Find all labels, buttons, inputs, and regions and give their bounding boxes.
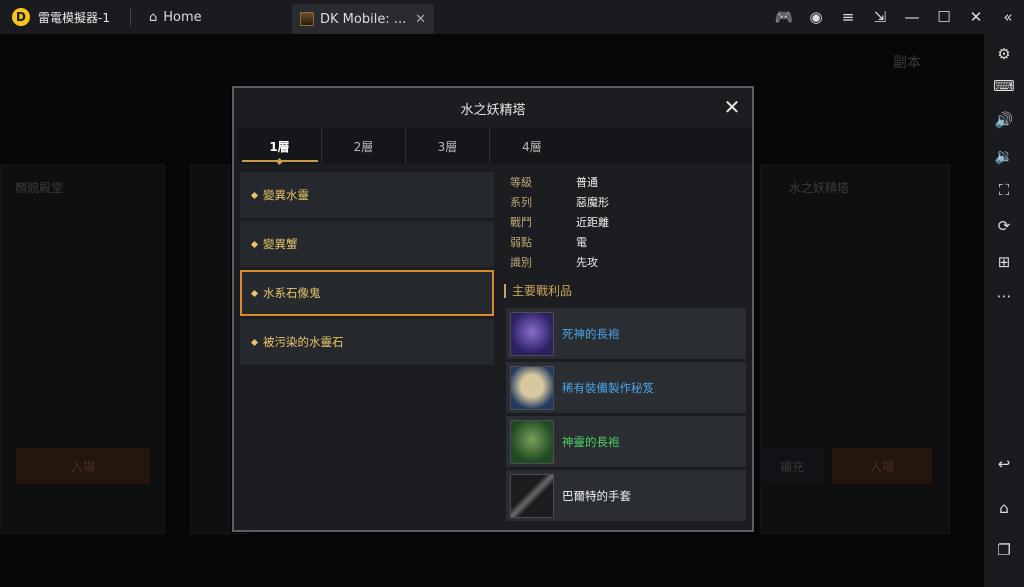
tab-game[interactable]: DK Mobile: ... ✕ [292,4,434,34]
account-icon[interactable]: ◉ [800,0,832,34]
info-value: 電 [576,236,587,249]
loot-section-title: 主要戰利品 [504,284,572,298]
tab-home[interactable]: ⌂ Home [139,0,212,34]
tab-game-label: DK Mobile: ... [320,11,407,27]
title-bar: D 雷電模擬器-1 ⌂ Home DK Mobile: ... ✕ 🎮 ◉ ≡ … [0,0,1024,34]
info-value: 惡魔形 [576,196,609,209]
info-label: 等級 [510,176,532,189]
gamepad-icon[interactable]: 🎮 [768,0,800,34]
list-item[interactable]: 被污染的水靈石 [240,319,494,365]
robe-icon [510,311,554,356]
info-value: 普通 [576,176,598,189]
loot-item[interactable]: 巴爾特的手套 [506,470,746,521]
list-item[interactable]: 變異水靈 [240,172,494,218]
menu-icon[interactable]: ≡ [832,0,864,34]
monster-info: 等級 普通 系列 惡魔形 戰鬥 近距離 弱點 電 識別 先攻 [510,172,750,272]
loot-name: 死神的長袍 [562,326,620,341]
glove-icon [510,473,554,518]
volume-down-icon[interactable]: 🔉 [984,142,1024,170]
emulator-sidebar: ⚙ ⌨ 🔊 🔉 ⛶ ⟳ ⊞ ⋯ ↩ ⌂ ❐ [984,34,1024,587]
back-icon[interactable]: ↩ [984,450,1024,478]
home-icon: ⌂ [148,9,158,25]
list-item-selected[interactable]: 水系石像鬼 [240,270,494,316]
loot-name: 巴爾特的手套 [562,488,631,503]
loot-list: 死神的長袍 稀有裝備製作秘笈 神靈的長袍 巴爾特的手套 [506,308,746,524]
settings-icon[interactable]: ⚙ [984,40,1024,68]
monster-name: 水系石像鬼 [263,286,321,300]
close-icon[interactable]: ✕ [960,0,992,34]
dialog-title: 水之妖精塔 [460,102,526,118]
tab-floor-1[interactable]: 1層 [238,128,322,164]
monster-name: 變異水靈 [263,188,309,202]
loot-item[interactable]: 死神的長袍 [506,308,746,359]
diamond-icon [250,289,259,297]
more-icon[interactable]: ⋯ [984,282,1024,310]
minimize-icon[interactable]: — [896,0,928,34]
list-item[interactable]: 變異蟹 [240,221,494,267]
scroll-icon [510,365,554,410]
loot-name: 稀有裝備製作秘笈 [562,380,654,395]
info-label: 識別 [510,256,532,269]
info-label: 弱點 [510,236,532,249]
info-value: 近距離 [576,216,609,229]
close-tab-icon[interactable]: ✕ [415,12,426,27]
monster-list: 變異水靈 變異蟹 水系石像鬼 被污染的水靈石 [240,172,494,368]
app-logo: D [12,8,30,26]
restore-icon[interactable]: ⇲ [864,0,896,34]
info-value: 先攻 [576,256,598,269]
game-icon [300,12,314,26]
info-label: 戰鬥 [510,216,532,229]
add-window-icon[interactable]: ⊞ [984,248,1024,276]
android-home-icon[interactable]: ⌂ [984,494,1024,522]
monster-name: 被污染的水靈石 [263,335,344,349]
keyboard-icon[interactable]: ⌨ [984,72,1024,100]
divider [129,8,131,26]
tab-floor-4[interactable]: 4層 [490,128,574,164]
maximize-icon[interactable]: ☐ [928,0,960,34]
robe-icon [510,419,554,464]
diamond-icon [250,338,259,346]
tab-floor-3[interactable]: 3層 [406,128,490,164]
info-label: 系列 [510,196,532,209]
sync-icon[interactable]: ⟳ [984,212,1024,240]
close-icon[interactable]: ✕ [720,95,744,119]
diamond-icon [250,191,259,199]
loot-name: 神靈的長袍 [562,434,620,449]
app-title: 雷電模擬器-1 [38,10,110,25]
dungeon-dialog: 水之妖精塔 ✕ 1層 2層 3層 4層 變異水靈 變異蟹 水系石像鬼 被污染的水… [232,86,754,532]
loot-item[interactable]: 神靈的長袍 [506,416,746,467]
volume-up-icon[interactable]: 🔊 [984,106,1024,134]
tab-home-label: Home [163,9,202,25]
tab-floor-2[interactable]: 2層 [322,128,406,164]
screenshot-icon[interactable]: ⛶ [984,176,1024,204]
monster-name: 變異蟹 [263,237,298,251]
recents-icon[interactable]: ❐ [984,536,1024,564]
loot-item[interactable]: 稀有裝備製作秘笈 [506,362,746,413]
floor-tabs: 1層 2層 3層 4層 [238,128,752,164]
diamond-icon [250,240,259,248]
collapse-icon[interactable]: « [992,0,1024,34]
